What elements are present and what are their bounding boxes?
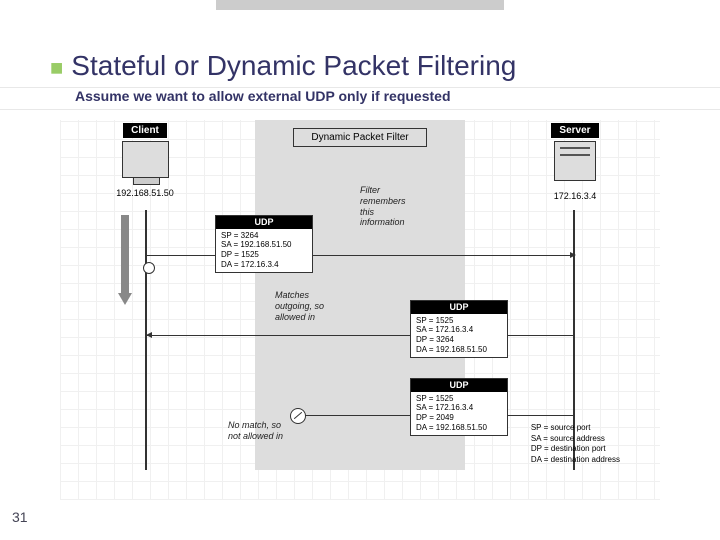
computer-icon	[122, 141, 169, 178]
packet-dp: DP = 1525	[221, 250, 307, 260]
legend: SP = source port SA = source address DP …	[531, 423, 620, 465]
packet-da: DA = 192.168.51.50	[416, 423, 502, 433]
legend-dp: DP = destination port	[531, 444, 620, 454]
packet-sa: SA = 172.16.3.4	[416, 325, 502, 335]
legend-da: DA = destination address	[531, 455, 620, 465]
server-label: Server	[551, 123, 598, 138]
packet-dp: DP = 2049	[416, 413, 502, 423]
divider	[0, 109, 720, 110]
server-node: Server 172.16.3.4	[530, 120, 620, 201]
packet-sa: SA = 172.16.3.4	[416, 403, 502, 413]
title-text: Stateful or Dynamic Packet Filtering	[71, 50, 516, 81]
block-icon	[290, 408, 306, 424]
packet-sp: SP = 1525	[416, 316, 502, 326]
time-arrow-icon	[118, 215, 132, 305]
packet-protocol: UDP	[216, 216, 312, 229]
note-nomatch: No match, so not allowed in	[228, 420, 283, 442]
packet-dp: DP = 3264	[416, 335, 502, 345]
packet-sa: SA = 192.168.51.50	[221, 240, 307, 250]
slide-subtitle: Assume we want to allow external UDP onl…	[75, 88, 720, 104]
bullet-icon: ■	[50, 55, 63, 80]
flow-outgoing	[147, 255, 575, 256]
diagram-area: Client 192.168.51.50 Server 172.16.3.4 D…	[100, 120, 620, 470]
packet-da: DA = 172.16.3.4	[221, 260, 307, 270]
packet-incoming-allowed: UDP SP = 1525 SA = 172.16.3.4 DP = 3264 …	[410, 300, 508, 358]
client-timeline	[145, 210, 147, 470]
packet-sp: SP = 3264	[221, 231, 307, 241]
client-ip: 192.168.51.50	[100, 188, 190, 198]
slide-title: ■ Stateful or Dynamic Packet Filtering	[50, 50, 720, 82]
flow-incoming-allowed	[147, 335, 575, 336]
legend-sa: SA = source address	[531, 434, 620, 444]
packet-protocol: UDP	[411, 379, 507, 392]
note-match: Matches outgoing, so allowed in	[275, 290, 324, 322]
packet-protocol: UDP	[411, 301, 507, 314]
page-number: 31	[12, 509, 28, 525]
packet-outgoing: UDP SP = 3264 SA = 192.168.51.50 DP = 15…	[215, 215, 313, 273]
client-label: Client	[123, 123, 167, 138]
legend-sp: SP = source port	[531, 423, 620, 433]
packet-da: DA = 192.168.51.50	[416, 345, 502, 355]
window-topbar	[216, 0, 504, 10]
packet-incoming-blocked: UDP SP = 1525 SA = 172.16.3.4 DP = 2049 …	[410, 378, 508, 436]
note-remember: Filter remembers this information	[360, 185, 406, 228]
server-icon	[554, 141, 596, 181]
clock-icon	[143, 262, 155, 274]
packet-sp: SP = 1525	[416, 394, 502, 404]
filter-label: Dynamic Packet Filter	[293, 128, 427, 147]
server-ip: 172.16.3.4	[530, 191, 620, 201]
client-node: Client 192.168.51.50	[100, 120, 190, 198]
